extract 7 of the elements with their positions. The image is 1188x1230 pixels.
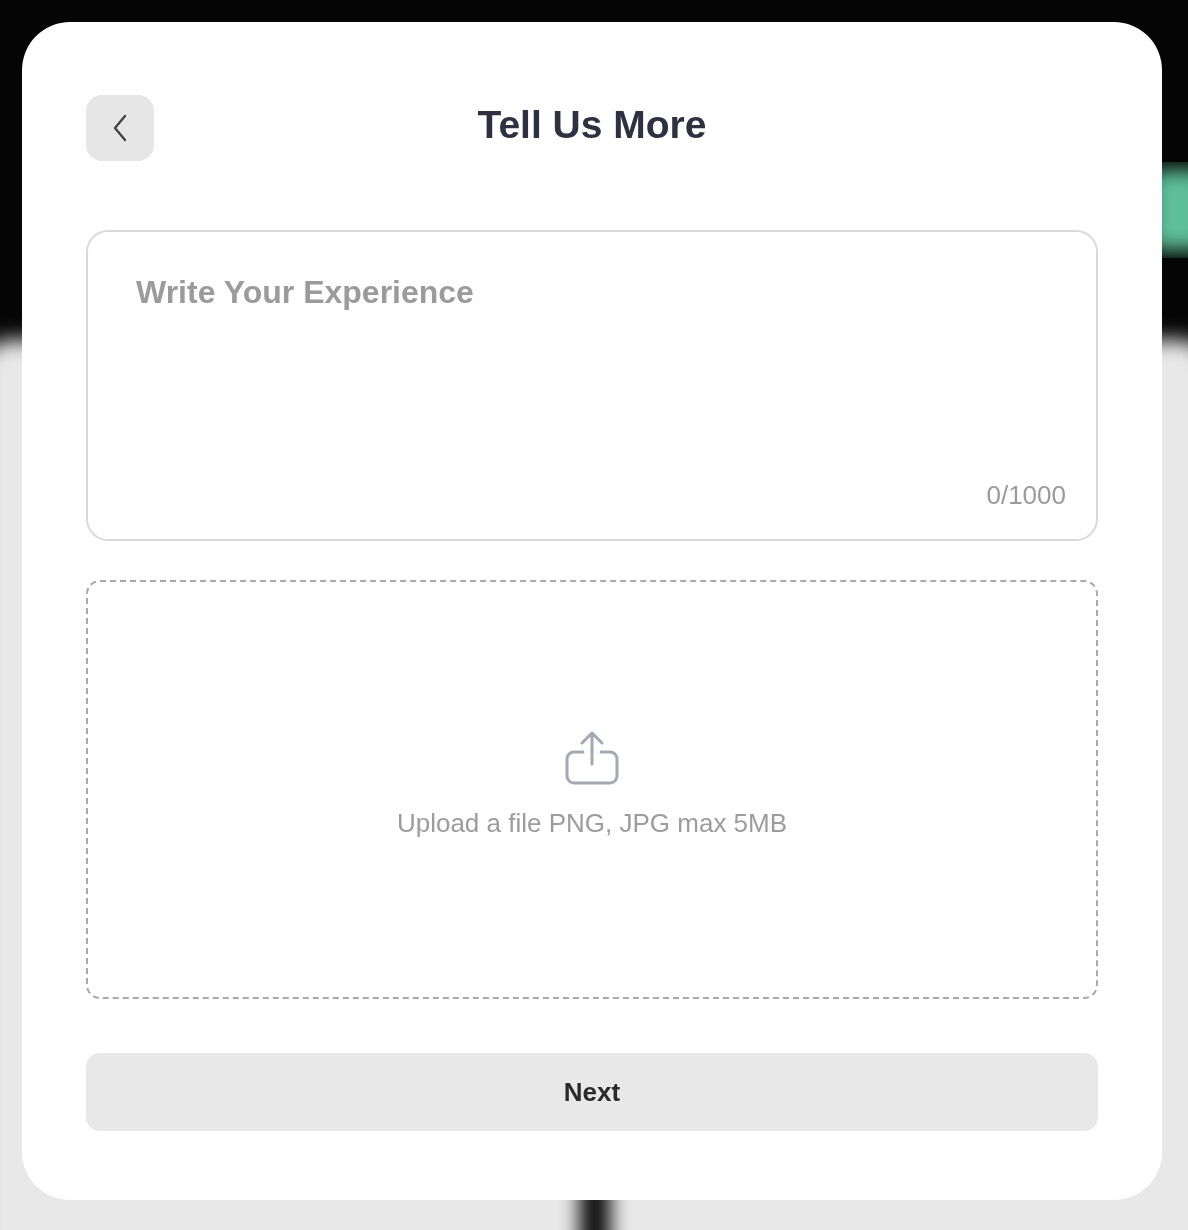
back-button[interactable] [86, 95, 154, 161]
character-counter: 0/1000 [986, 480, 1066, 511]
dialog-title: Tell Us More [477, 103, 707, 147]
upload-icon [564, 730, 620, 786]
chevron-left-icon [111, 113, 129, 143]
upload-hint: Upload a file PNG, JPG max 5MB [396, 808, 788, 839]
next-button[interactable]: Next [86, 1053, 1098, 1131]
